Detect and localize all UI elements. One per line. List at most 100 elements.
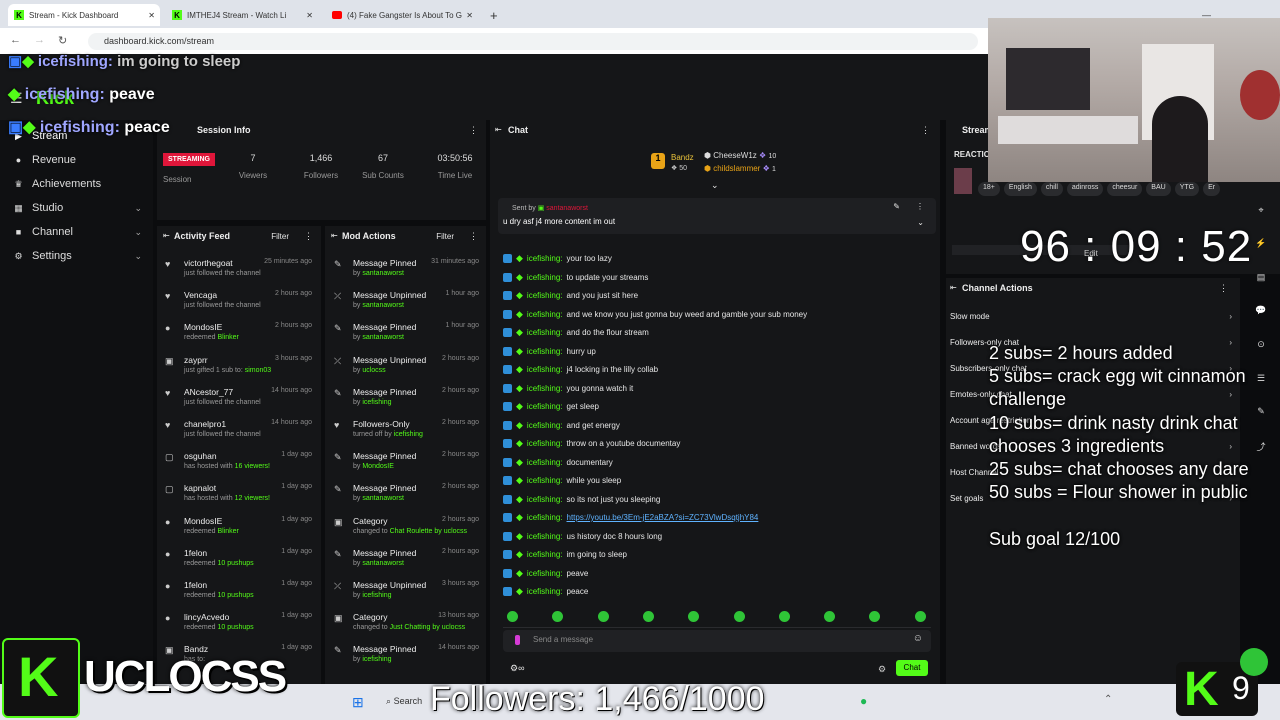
chat-username[interactable]: icefishing: — [527, 458, 563, 467]
chat-username[interactable]: icefishing: — [527, 421, 563, 430]
verified-badge-icon — [503, 291, 512, 300]
chat-username[interactable]: icefishing: — [527, 439, 563, 448]
more-icon[interactable]: ⋮ — [921, 125, 930, 136]
stream-tag[interactable]: BAU — [1146, 182, 1171, 196]
chat-input[interactable]: Send a message ☺ — [503, 630, 931, 652]
chat-username[interactable]: icefishing: — [527, 587, 563, 596]
kick-favicon-icon: K — [172, 10, 182, 20]
collapse-icon[interactable]: ⇤ — [950, 283, 957, 292]
tab-kick-dashboard[interactable]: K Stream - Kick Dashboard ✕ — [8, 4, 160, 26]
tab-youtube[interactable]: (4) Fake Gangster Is About To G ✕ — [326, 4, 478, 26]
sidebar-item-studio[interactable]: ▦ Studio ⌄ — [14, 202, 142, 214]
chat-message: ◆ icefishing: and get energy — [503, 420, 620, 431]
emote-icon[interactable] — [778, 611, 790, 622]
taskbar-search[interactable]: ⌕ Search — [378, 692, 438, 712]
crosshair-icon[interactable]: ⌖ — [1254, 205, 1268, 219]
emote-icon[interactable] — [914, 611, 926, 622]
stream-tag[interactable]: English — [1003, 182, 1037, 196]
tab-stream[interactable]: K IMTHEJ4 Stream - Watch Li ✕ — [166, 4, 318, 26]
collapse-icon[interactable]: ⇤ — [163, 231, 170, 240]
more-icon[interactable]: ⋮ — [304, 231, 313, 242]
chat-username[interactable]: icefishing: — [527, 476, 563, 485]
chat-bubble-icon[interactable] — [1240, 648, 1268, 676]
close-tab-icon[interactable]: ✕ — [306, 11, 313, 20]
chevron-down-icon[interactable]: ⌄ — [711, 180, 719, 191]
chat-text[interactable]: https://youtu.be/3Em-jE2aBZA?si=ZC73VlwD… — [567, 513, 759, 522]
emote-icon[interactable] — [733, 611, 745, 622]
collapse-icon[interactable]: ⇤ — [331, 231, 338, 240]
emote-icon[interactable] — [507, 611, 518, 622]
verified-badge-icon — [503, 365, 512, 374]
sub-badge-icon: ◆ — [516, 290, 523, 300]
back-icon[interactable]: ← — [10, 34, 21, 46]
emote-icon[interactable] — [597, 611, 609, 622]
chat-username[interactable]: icefishing: — [527, 513, 563, 522]
tray-chevron-icon[interactable]: ⌃ — [1104, 694, 1112, 705]
chat-username[interactable]: icefishing: — [527, 273, 563, 282]
list-icon[interactable]: ☰ — [1254, 373, 1268, 387]
followers-overlay: Followers: 1,466/1000 — [430, 680, 765, 718]
stream-tag[interactable]: chill — [1040, 182, 1063, 196]
gear-icon[interactable]: ⚙ — [878, 664, 886, 675]
mod-filter-button[interactable]: Filter — [436, 232, 454, 241]
kick-badge-image: K — [2, 638, 80, 718]
chat-username[interactable]: icefishing: — [527, 291, 563, 300]
mic-icon[interactable] — [515, 635, 520, 645]
chat-text: peave — [566, 568, 589, 578]
stream-tag[interactable]: cheesur — [1107, 182, 1143, 196]
settings-icon[interactable]: ⚙∞ — [510, 663, 524, 674]
emoji-icon[interactable]: ☺ — [913, 633, 923, 644]
send-chat-button[interactable]: Chat — [896, 660, 928, 676]
layout-icon[interactable]: ▤ — [1254, 272, 1268, 286]
chat-username[interactable]: icefishing: — [527, 365, 563, 374]
stream-tag[interactable]: YTG — [1174, 182, 1200, 196]
stream-tag[interactable]: Er — [1203, 182, 1221, 196]
sub-badge-icon: ◆ — [516, 382, 523, 393]
sidebar-item-achievements[interactable]: ♛ Achievements — [14, 178, 142, 190]
chat-username[interactable]: icefishing: — [527, 569, 563, 578]
chat-username[interactable]: icefishing: — [527, 550, 563, 559]
verified-badge-icon — [503, 272, 512, 282]
sidebar-item-revenue[interactable]: ● Revenue — [14, 154, 142, 166]
more-icon[interactable]: ⋮ — [916, 202, 924, 211]
timer-edit-button[interactable]: Edit — [1084, 249, 1098, 258]
collapse-icon[interactable]: ⇤ — [495, 125, 502, 134]
chat-username[interactable]: icefishing: — [527, 328, 563, 337]
sidebar-item-channel[interactable]: ■ Channel ⌄ — [14, 226, 142, 238]
reload-icon[interactable]: ↻ — [58, 34, 67, 47]
windows-start-icon[interactable]: ⊞ — [352, 694, 364, 711]
broadcast-icon[interactable]: ⊙ — [1254, 339, 1268, 353]
tool-icon[interactable]: ✎ — [1254, 406, 1268, 420]
chat-username[interactable]: icefishing: — [527, 402, 563, 411]
stream-tag[interactable]: 18+ — [978, 182, 1000, 196]
activity-item: ● 1felon redeemed 10 pushups 1 day ago — [165, 548, 312, 576]
chat-username[interactable]: icefishing: — [527, 495, 563, 504]
chat-icon[interactable]: 💬 — [1254, 305, 1268, 319]
chat-username[interactable]: icefishing: — [527, 384, 563, 393]
stream-tag[interactable]: adinross — [1066, 182, 1104, 196]
channel-action-item[interactable]: Slow mode › — [950, 312, 1232, 324]
more-icon[interactable]: ⋮ — [469, 231, 478, 242]
chat-username[interactable]: icefishing: — [527, 254, 563, 263]
activity-filter-button[interactable]: Filter — [271, 232, 289, 241]
url-field[interactable]: dashboard.kick.com/stream — [88, 33, 978, 50]
more-icon[interactable]: ⋮ — [469, 125, 478, 136]
close-tab-icon[interactable]: ✕ — [148, 11, 155, 20]
pin-icon[interactable]: ✎ — [893, 202, 900, 211]
tab-title: IMTHEJ4 Stream - Watch Li — [187, 10, 287, 20]
new-tab-button[interactable]: + — [484, 4, 504, 26]
emote-icon[interactable] — [642, 611, 654, 622]
sidebar-item-settings[interactable]: ⚙ Settings ⌄ — [14, 250, 142, 262]
chat-username[interactable]: icefishing: — [527, 347, 563, 356]
chat-username[interactable]: icefishing: — [527, 532, 563, 541]
activity-item: ● 1felon redeemed 10 pushups 1 day ago — [165, 580, 312, 608]
forward-icon[interactable]: → — [34, 34, 45, 46]
activity-type-icon: ♥ — [165, 420, 171, 430]
bolt-icon[interactable]: ⚡ — [1254, 238, 1268, 252]
chat-username[interactable]: icefishing: — [527, 310, 563, 319]
chevron-down-icon[interactable]: ⌄ — [917, 218, 924, 227]
more-icon[interactable]: ⋮ — [1219, 283, 1228, 294]
share-icon[interactable]: ⤴ — [1254, 440, 1268, 454]
spotify-icon[interactable]: ● — [860, 694, 867, 708]
close-tab-icon[interactable]: ✕ — [466, 11, 473, 20]
